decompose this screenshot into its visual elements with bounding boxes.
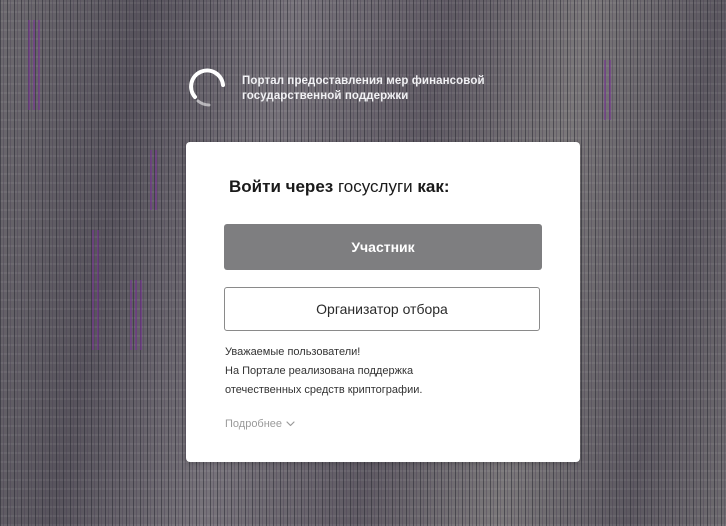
notice-line: отечественных средств криптографии. xyxy=(225,384,423,396)
portal-title-line: государственной поддержки xyxy=(242,90,409,102)
crypto-notice: Уважаемые пользователи! На Портале реали… xyxy=(225,343,422,400)
more-details-link[interactable]: Подробнее xyxy=(225,418,295,430)
gosuslugi-wordmark: госуслуги xyxy=(337,177,413,196)
gosuslugi-spinner-logo-icon xyxy=(189,68,225,107)
background-streak xyxy=(92,230,102,350)
background-streak xyxy=(604,60,612,120)
background-streak xyxy=(28,20,42,110)
more-details-label: Подробнее xyxy=(225,418,283,430)
organizer-button[interactable]: Организатор отбора xyxy=(224,287,540,331)
login-page: Портал предоставления мер финансовой гос… xyxy=(0,0,726,526)
chevron-down-icon xyxy=(286,421,295,427)
login-title-prefix: Войти через xyxy=(229,177,334,196)
login-card: Войти через госуслуги как: Участник Орга… xyxy=(186,142,580,462)
login-title: Войти через госуслуги как: xyxy=(229,177,450,197)
background-streak xyxy=(150,150,160,210)
login-title-suffix: как: xyxy=(417,177,450,196)
background-streak xyxy=(130,280,142,350)
participant-button[interactable]: Участник xyxy=(224,224,542,270)
portal-title-line: Портал предоставления мер финансовой xyxy=(242,75,485,87)
portal-title: Портал предоставления мер финансовой гос… xyxy=(242,74,485,104)
notice-line: Уважаемые пользователи! xyxy=(225,346,361,358)
brand-header: Портал предоставления мер финансовой гос… xyxy=(186,66,485,112)
notice-line: На Портале реализована поддержка xyxy=(225,365,414,377)
